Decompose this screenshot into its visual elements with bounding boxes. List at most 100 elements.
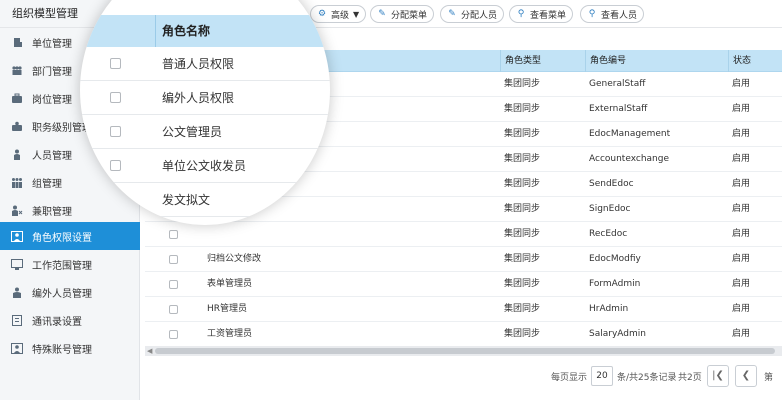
sidebar-item-label: 特殊账号管理	[32, 344, 92, 356]
pagination: 每页显示 20 条/共25条记录 共2页 |❮ ❮ 第	[145, 356, 782, 400]
magnified-row: 公文管理员	[80, 115, 330, 149]
row-checkbox[interactable]	[110, 160, 121, 171]
role-type: 集团同步	[504, 304, 541, 314]
sidebar-item-label: 岗位管理	[32, 94, 72, 106]
table-row[interactable]: HR管理员 集团同步 HrAdmin 启用	[145, 297, 782, 322]
view-menu-button[interactable]: ⚲ 查看菜单	[509, 5, 574, 23]
part-time-icon	[10, 203, 24, 217]
row-checkbox[interactable]	[169, 280, 178, 289]
job-level-icon	[10, 119, 24, 133]
role-status: 启用	[732, 204, 751, 214]
column-header-status[interactable]: 状态	[728, 50, 782, 72]
role-status: 启用	[732, 79, 751, 89]
magnified-row: 单位公文收发员	[80, 149, 330, 183]
role-type: 集团同步	[504, 204, 541, 214]
role-code: SalaryAdmin	[589, 329, 646, 339]
group-icon	[10, 175, 24, 189]
first-page-icon[interactable]: |❮	[707, 365, 729, 387]
search-icon: ⚲	[588, 9, 596, 19]
address-book-icon	[10, 313, 24, 327]
role-status: 启用	[732, 229, 751, 239]
magnified-row: 编外人员权限	[80, 81, 330, 115]
role-code: EdocModfiy	[589, 254, 641, 264]
department-icon	[10, 63, 24, 77]
table-row[interactable]: 工资管理员 集团同步 SalaryAdmin 启用	[145, 322, 782, 347]
magnified-header: 角色名称	[80, 15, 330, 47]
column-divider	[155, 15, 156, 47]
record-summary: 条/共25条记录	[617, 373, 677, 383]
chevron-down-icon: ▼	[353, 9, 360, 19]
assign-person-button[interactable]: ✎ 分配人员	[440, 5, 505, 23]
role-status: 启用	[732, 279, 751, 289]
magnified-role-name: 普通人员权限	[162, 57, 235, 71]
role-type: 集团同步	[504, 179, 541, 189]
view-person-button[interactable]: ⚲ 查看人员	[580, 5, 645, 23]
magnified-role-name: 公文管理员	[162, 125, 223, 139]
sidebar-item-role-permission[interactable]: 角色权限设置	[0, 222, 140, 250]
magnified-role-name: 编外人员权限	[162, 91, 235, 105]
table-row[interactable]: 表单管理员 集团同步 FormAdmin 启用	[145, 272, 782, 297]
row-checkbox[interactable]	[110, 92, 121, 103]
page-prefix: 第	[764, 373, 774, 383]
row-checkbox[interactable]	[110, 58, 121, 69]
sidebar-item-label: 组管理	[32, 178, 62, 190]
sidebar-item-label: 角色权限设置	[32, 232, 92, 244]
scroll-left-icon[interactable]: ◀	[147, 346, 152, 356]
role-status: 启用	[732, 154, 751, 164]
role-code: ExternalStaff	[589, 104, 648, 114]
magnifier-overlay: 角色名称 普通人员权限 编外人员权限 公文管理员 单位公文收发员 发文拟文	[80, 0, 330, 225]
role-status: 启用	[732, 179, 751, 189]
sidebar-item-label: 通讯录设置	[32, 316, 82, 328]
sidebar-item-external-staff[interactable]: 编外人员管理	[0, 278, 140, 306]
sidebar-item-address-book[interactable]: 通讯录设置	[0, 306, 140, 334]
table-row[interactable]: 集团同步 RecEdoc 启用	[145, 222, 782, 247]
sidebar-item-label: 工作范围管理	[32, 260, 92, 272]
role-name: HR管理员	[207, 304, 248, 314]
magnified-role-name: 单位公文收发员	[162, 159, 247, 173]
sidebar-item-work-scope[interactable]: 工作范围管理	[0, 250, 140, 278]
column-header-role-type[interactable]: 角色类型	[500, 50, 585, 72]
role-status: 启用	[732, 129, 751, 139]
special-account-icon	[10, 341, 24, 355]
person-icon	[10, 147, 24, 161]
work-scope-icon	[10, 257, 24, 271]
role-name: 工资管理员	[207, 329, 253, 339]
role-code: Accountexchange	[589, 154, 670, 164]
assign-person-icon: ✎	[448, 9, 456, 19]
role-name: 归档公文修改	[207, 254, 262, 264]
table-row[interactable]: 归档公文修改 集团同步 EdocModfiy 启用	[145, 247, 782, 272]
role-type: 集团同步	[504, 254, 541, 264]
role-status: 启用	[732, 304, 751, 314]
column-header-role-name: 角色名称	[162, 24, 211, 38]
magnified-role-name: 发文拟文	[162, 193, 211, 207]
role-status: 启用	[732, 104, 751, 114]
role-status: 启用	[732, 329, 751, 339]
prev-page-icon[interactable]: ❮	[735, 365, 757, 387]
role-name: 表单管理员	[207, 279, 253, 289]
scrollbar-thumb[interactable]	[155, 348, 775, 354]
role-code: SignEdoc	[589, 204, 631, 214]
column-header-role-code[interactable]: 角色编号	[585, 50, 728, 72]
row-checkbox[interactable]	[169, 305, 178, 314]
row-checkbox[interactable]	[169, 230, 178, 239]
sidebar-item-special-account[interactable]: 特殊账号管理	[0, 334, 140, 362]
role-type: 集团同步	[504, 79, 541, 89]
position-icon	[10, 91, 24, 105]
role-type: 集团同步	[504, 329, 541, 339]
role-type: 集团同步	[504, 279, 541, 289]
role-type: 集团同步	[504, 154, 541, 164]
role-code: HrAdmin	[589, 304, 629, 314]
row-checkbox[interactable]	[169, 330, 178, 339]
row-checkbox[interactable]	[110, 194, 121, 205]
magnified-row: 发文拟文	[80, 183, 330, 217]
per-page-label: 每页显示	[551, 373, 588, 383]
role-code: SendEdoc	[589, 179, 634, 189]
row-checkbox[interactable]	[110, 126, 121, 137]
horizontal-scrollbar[interactable]: ◀	[145, 346, 782, 356]
role-type: 集团同步	[504, 129, 541, 139]
assign-menu-button[interactable]: ✎ 分配菜单	[370, 5, 435, 23]
page-size-input[interactable]: 20	[591, 366, 613, 386]
role-code: EdocManagement	[589, 129, 671, 139]
role-status: 启用	[732, 254, 751, 264]
row-checkbox[interactable]	[169, 255, 178, 264]
